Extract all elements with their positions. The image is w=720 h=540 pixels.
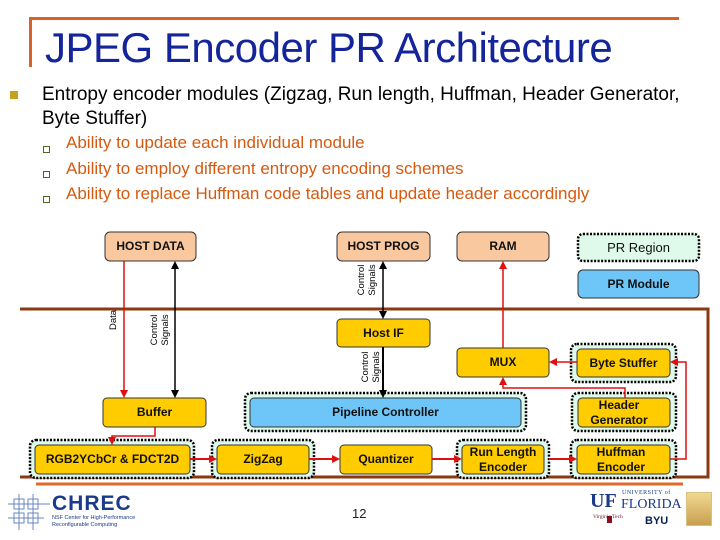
buffer-label: Buffer: [136, 405, 173, 419]
byu-logo: BYU: [645, 515, 669, 527]
quantizer-label: Quantizer: [358, 452, 414, 466]
uf-university-text: UNIVERSITY of: [622, 490, 671, 496]
control-signals-label-host-if: Control Signals: [360, 351, 382, 383]
host-data-label: HOST DATA: [116, 239, 185, 253]
chrec-subtitle: NSF Center for High-Performance Reconfig…: [52, 515, 136, 528]
byte-stuffer-label: Byte Stuffer: [589, 355, 658, 370]
host-prog-label: HOST PROG: [347, 239, 420, 253]
chrec-logo-icon: [8, 494, 50, 530]
mux-label: MUX: [489, 355, 517, 369]
pr-module-legend-label: PR Module: [607, 276, 670, 291]
page-number: 12: [352, 506, 367, 521]
control-signals-label-host-prog: Control Signals: [356, 264, 378, 296]
pipeline-controller-label: Pipeline Controller: [332, 405, 439, 419]
gw-university-portrait-icon: [686, 492, 712, 526]
zigzag-label: ZigZag: [243, 452, 283, 466]
uf-logo: UF: [590, 490, 617, 512]
data-signal-label: Data: [108, 309, 119, 331]
chrec-logo-text: CHREC: [52, 492, 132, 515]
pr-region-legend-label: PR Region: [607, 240, 670, 255]
uf-florida-text: FLORIDA: [621, 497, 682, 512]
ram-label: RAM: [489, 239, 517, 253]
virginia-tech-logo: Virginia Tech: [593, 514, 623, 520]
control-signals-label-host-data: Control Signals: [149, 314, 171, 346]
huffman-encoder-label: Huffman Encoder: [596, 444, 646, 474]
rle-label: Run Length Encoder: [469, 444, 537, 474]
header-generator-label: Header Generator: [590, 397, 648, 427]
host-if-label: Host IF: [363, 325, 404, 340]
rgb2ycbcr-label: RGB2YCbCr & FDCT2D: [45, 452, 180, 466]
